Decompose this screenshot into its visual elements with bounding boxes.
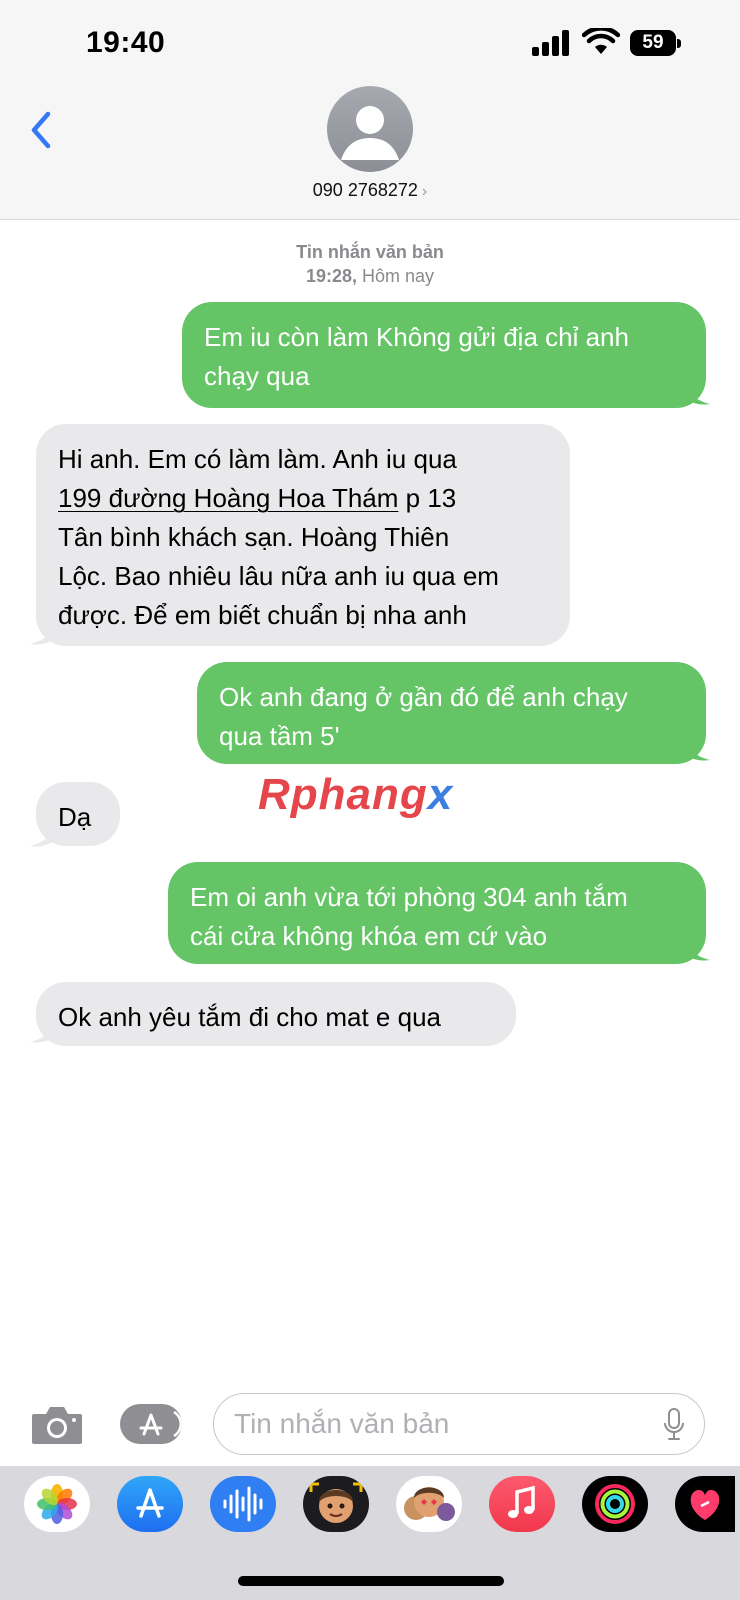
message-timestamp: 19:28, Hôm nay: [0, 266, 740, 287]
battery-level: 59: [630, 30, 676, 56]
message-line: Ok anh đang ở gần đó để anh chạy: [219, 682, 628, 712]
contact-avatar[interactable]: [327, 86, 413, 172]
app-store-icon[interactable]: [117, 1476, 183, 1532]
received-message[interactable]: Hi anh. Em có làm làm. Anh iu qua 199 đư…: [36, 424, 570, 646]
person-icon: [341, 106, 399, 160]
apps-button[interactable]: [120, 1404, 183, 1444]
microphone-icon[interactable]: [662, 1408, 686, 1442]
battery-icon: 59: [630, 30, 682, 56]
timestamp-time: 19:28,: [305, 266, 357, 286]
timestamp-day: Hôm nay: [362, 266, 435, 286]
message-line: Tân bình khách sạn. Hoàng Thiên: [58, 522, 450, 552]
memoji-icon[interactable]: [303, 1476, 369, 1532]
fitness-icon[interactable]: [582, 1476, 648, 1532]
address-link[interactable]: 199 đường Hoàng Hoa Thám: [58, 483, 398, 513]
message-line: Em iu còn làm Không gửi địa chỉ anh: [204, 322, 629, 352]
home-indicator: [238, 1576, 504, 1586]
chevron-right-icon: ›: [421, 183, 428, 200]
digital-touch-icon[interactable]: [675, 1476, 735, 1532]
message-input[interactable]: [234, 1394, 634, 1454]
cellular-signal-icon: [532, 30, 569, 56]
contact-number: 090 2768272: [312, 180, 418, 200]
message-line: Ok anh yêu tắm đi cho mat e qua: [58, 1002, 441, 1032]
message-line: Hi anh. Em có làm làm. Anh iu qua: [58, 444, 457, 474]
message-service-label: Tin nhắn văn bản: [296, 242, 444, 262]
sent-message[interactable]: Em oi anh vừa tới phòng 304 anh tắm cái …: [168, 862, 706, 964]
audio-message-icon[interactable]: [210, 1476, 276, 1532]
contact-name-button[interactable]: 090 2768272 ›: [0, 180, 740, 201]
status-time: 19:40: [86, 26, 166, 59]
message-input-field[interactable]: [213, 1393, 705, 1455]
message-line: Em oi anh vừa tới phòng 304 anh tắm: [190, 882, 628, 912]
message-line: Dạ: [58, 802, 92, 832]
message-line: 199 đường Hoàng Hoa Thám p 13: [58, 483, 457, 513]
received-message[interactable]: Ok anh yêu tắm đi cho mat e qua: [36, 982, 516, 1046]
sent-message[interactable]: Ok anh đang ở gần đó để anh chạy qua tầm…: [197, 662, 706, 764]
message-line: qua tầm 5': [219, 721, 340, 751]
watermark: Rphangx: [258, 770, 454, 819]
back-button[interactable]: [26, 108, 56, 152]
app-store-icon: [139, 1410, 183, 1438]
message-line: chạy qua: [204, 361, 310, 391]
message-line: cái cửa không khóa em cứ vào: [190, 921, 548, 951]
conversation-header: 19:40 59 090 2768272 ›: [0, 0, 740, 220]
camera-icon[interactable]: [30, 1404, 84, 1446]
photos-icon[interactable]: [24, 1476, 90, 1532]
music-icon[interactable]: [489, 1476, 555, 1532]
sent-message[interactable]: Em iu còn làm Không gửi địa chỉ anh chạy…: [182, 302, 706, 408]
animoji-icon[interactable]: [396, 1476, 462, 1532]
message-line: được. Để em biết chuẩn bị nha anh: [58, 600, 467, 630]
message-line: Lộc. Bao nhiêu lâu nữa anh iu qua em: [58, 561, 499, 591]
wifi-icon: [582, 28, 620, 54]
received-message[interactable]: Dạ: [36, 782, 120, 846]
